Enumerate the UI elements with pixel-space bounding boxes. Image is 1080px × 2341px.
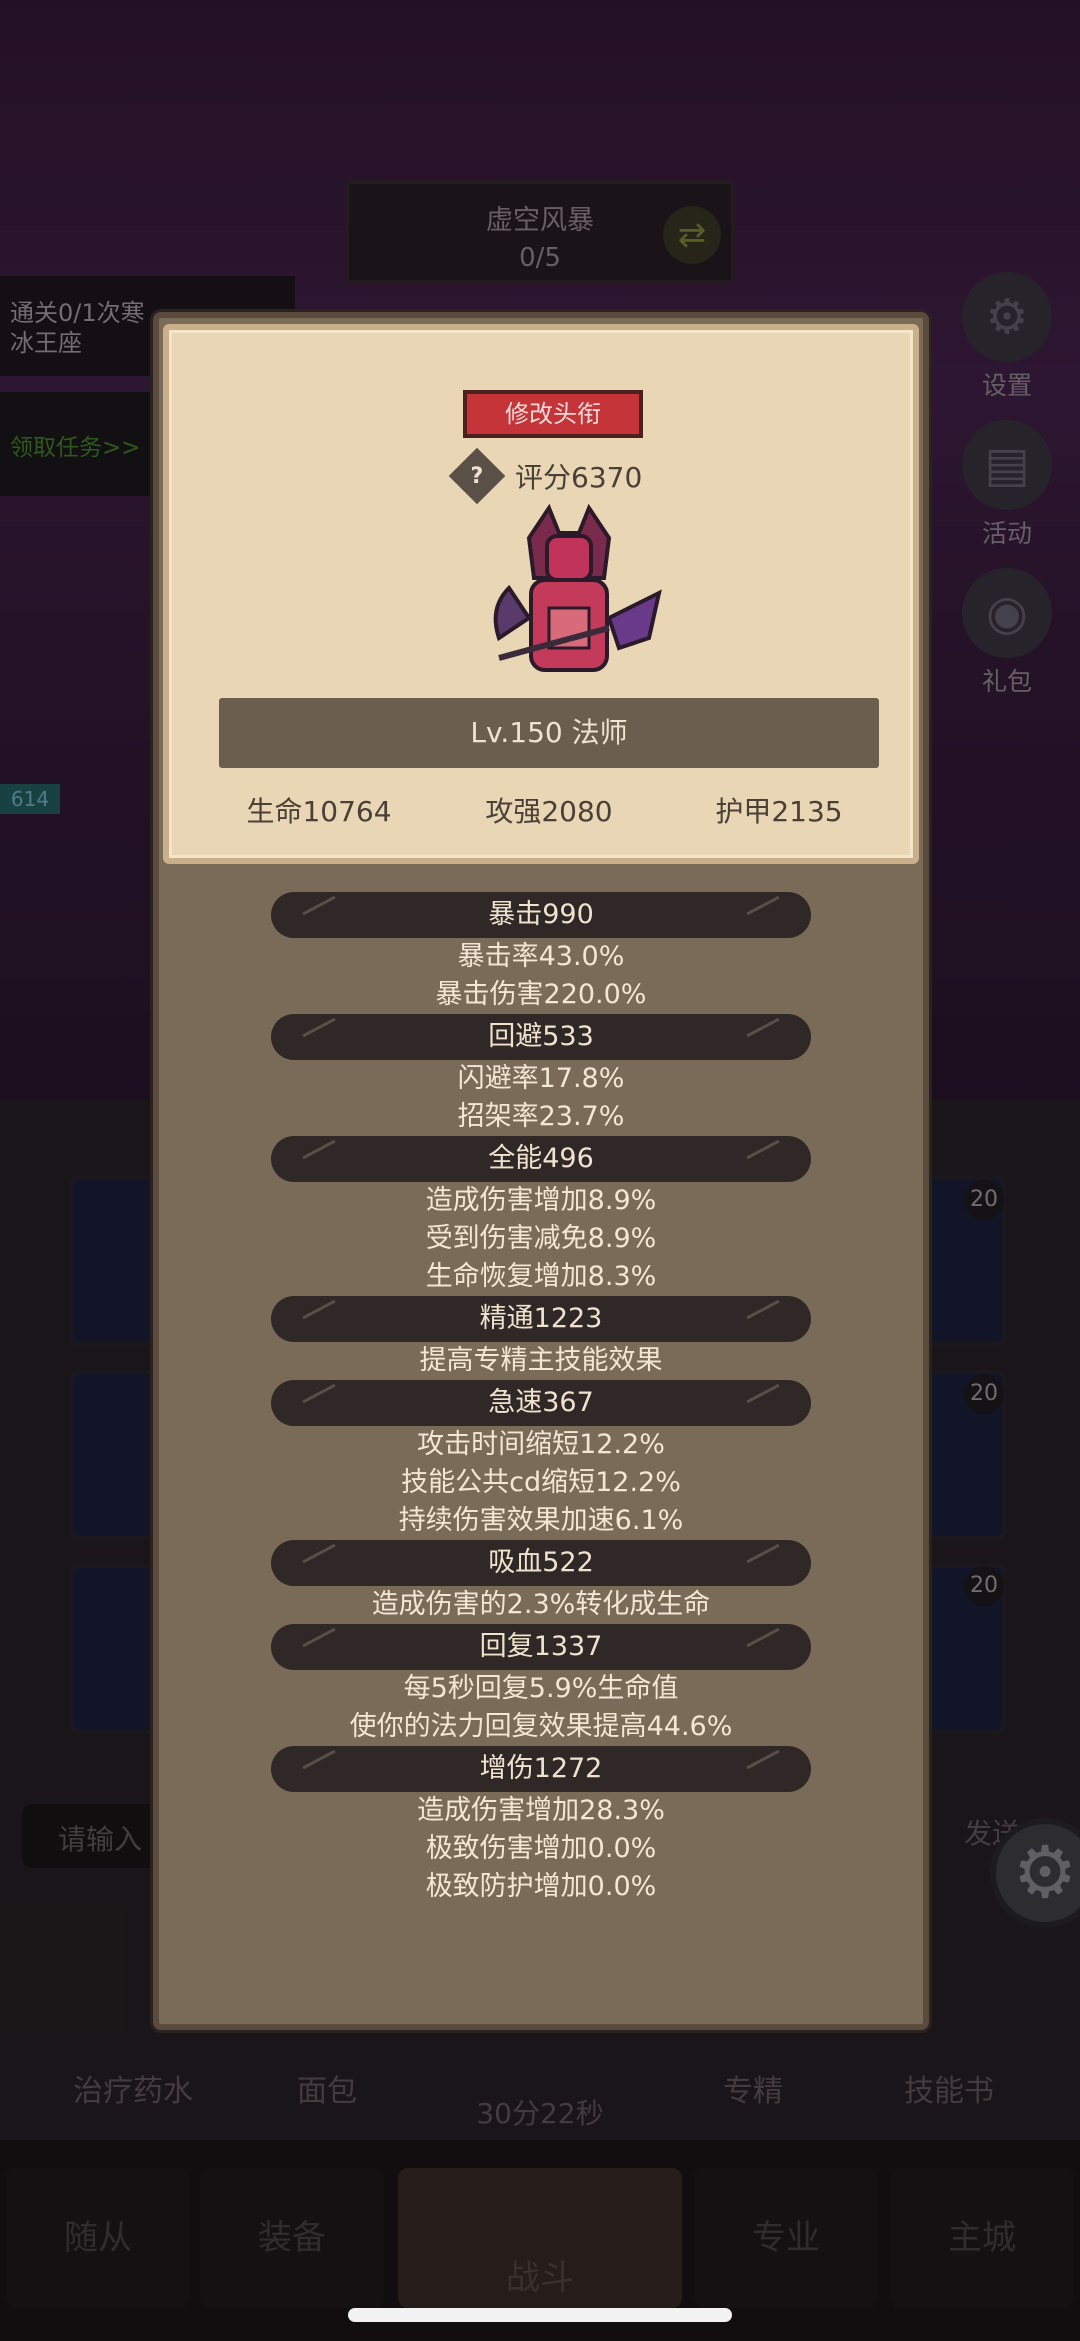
home-indicator <box>348 2308 732 2322</box>
attribute-header: 吸血522 <box>271 1540 811 1586</box>
attribute-group-haste: 急速367 攻击时间缩短12.2% 技能公共cd缩短12.2% 持续伤害效果加速… <box>159 1380 923 1540</box>
attribute-line: 暴击伤害220.0% <box>435 979 647 1010</box>
attribute-line: 技能公共cd缩短12.2% <box>401 1467 681 1498</box>
attribute-group-lifesteal: 吸血522 造成伤害的2.3%转化成生命 <box>159 1540 923 1624</box>
stat-attack: 攻强2080 <box>485 795 613 828</box>
edit-title-button[interactable]: 修改头衔 <box>463 390 643 438</box>
character-avatar <box>493 503 662 672</box>
attribute-line: 生命恢复增加8.3% <box>425 1261 657 1292</box>
attribute-list: 暴击990 暴击率43.0% 暴击伤害220.0% 回避533 闪避率17.8%… <box>159 892 923 1906</box>
attribute-line: 受到伤害减免8.9% <box>425 1223 657 1254</box>
attribute-header: 精通1223 <box>271 1296 811 1342</box>
attribute-line: 闪避率17.8% <box>457 1063 625 1094</box>
attribute-line: 攻击时间缩短12.2% <box>417 1429 665 1460</box>
attribute-group-mastery: 精通1223 提高专精主技能效果 <box>159 1296 923 1380</box>
attribute-group-damage-bonus: 增伤1272 造成伤害增加28.3% 极致伤害增加0.0% 极致防护增加0.0% <box>159 1746 923 1906</box>
attribute-line: 持续伤害效果加速6.1% <box>398 1505 684 1536</box>
attribute-line: 造成伤害增加28.3% <box>417 1795 665 1826</box>
attribute-line: 暴击率43.0% <box>457 941 625 972</box>
attribute-header: 增伤1272 <box>271 1746 811 1792</box>
attribute-header: 急速367 <box>271 1380 811 1426</box>
attribute-line: 招架率23.7% <box>457 1101 625 1132</box>
attribute-header: 回避533 <box>271 1014 811 1060</box>
profile-card: 修改头衔 ? 评分6370 Lv.150 法师 生命10764 攻强2080 护… <box>163 324 919 864</box>
attribute-group-evasion: 回避533 闪避率17.8% 招架率23.7% <box>159 1014 923 1136</box>
attribute-header: 暴击990 <box>271 892 811 938</box>
attribute-line: 提高专精主技能效果 <box>419 1345 663 1376</box>
attribute-group-crit: 暴击990 暴击率43.0% 暴击伤害220.0% <box>159 892 923 1014</box>
attribute-line: 极致防护增加0.0% <box>425 1871 657 1902</box>
level-class-bar: Lv.150 法师 <box>219 698 879 768</box>
attribute-line: 造成伤害的2.3%转化成生命 <box>371 1589 711 1620</box>
attribute-line: 每5秒回复5.9%生命值 <box>403 1673 679 1704</box>
attribute-group-regen: 回复1337 每5秒回复5.9%生命值 使你的法力回复效果提高44.6% <box>159 1624 923 1746</box>
help-icon[interactable]: ? <box>448 447 506 505</box>
attribute-header: 回复1337 <box>271 1624 811 1670</box>
attribute-group-versatility: 全能496 造成伤害增加8.9% 受到伤害减免8.9% 生命恢复增加8.3% <box>159 1136 923 1296</box>
attribute-line: 使你的法力回复效果提高44.6% <box>349 1711 733 1742</box>
score-row: ? 评分6370 <box>448 447 643 505</box>
stat-armor: 护甲2135 <box>715 795 843 828</box>
stat-hp: 生命10764 <box>246 795 392 828</box>
character-stats-modal: 修改头衔 ? 评分6370 Lv.150 法师 生命10764 攻强2080 护… <box>153 312 929 2030</box>
attribute-line: 造成伤害增加8.9% <box>425 1185 657 1216</box>
score-value: 评分6370 <box>515 461 643 494</box>
attribute-header: 全能496 <box>271 1136 811 1182</box>
attribute-line: 极致伤害增加0.0% <box>425 1833 657 1864</box>
